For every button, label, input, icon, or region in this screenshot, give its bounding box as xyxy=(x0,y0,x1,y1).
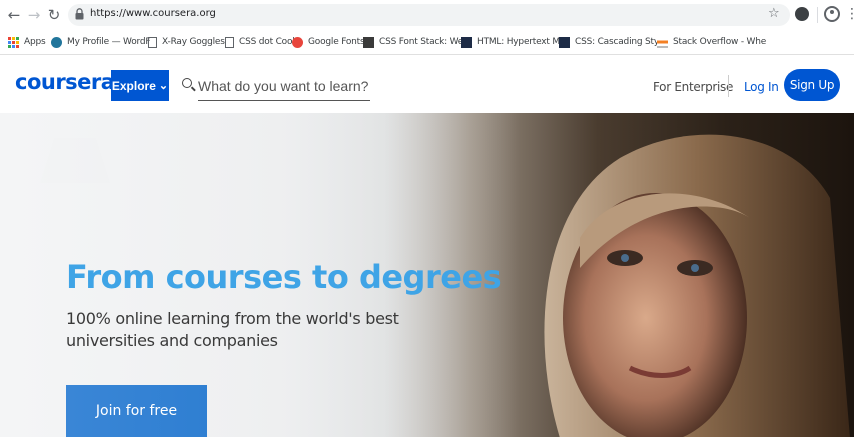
apps-grid-icon xyxy=(8,36,19,48)
bookmark-label: HTML: Hypertext Ma xyxy=(477,37,566,47)
forward-arrow-icon[interactable]: → xyxy=(26,6,42,24)
page-icon xyxy=(148,36,157,48)
bookmark-label: My Profile — WordF xyxy=(67,37,151,47)
login-link[interactable]: Log In xyxy=(744,80,779,94)
profile-icon[interactable] xyxy=(824,6,840,22)
chevron-down-icon: ⌄ xyxy=(158,80,169,92)
site-header: coursera Explore ⌄ For Enterprise Log In… xyxy=(0,55,854,113)
page-icon xyxy=(225,36,234,48)
mdn-icon xyxy=(559,36,570,48)
hero-title: From courses to degrees xyxy=(66,258,502,296)
bookmark-mdn-css[interactable]: CSS: Cascading Style xyxy=(559,35,667,49)
bookmark-label: CSS dot Cool xyxy=(239,37,295,47)
hero-subtitle: 100% online learning from the world's be… xyxy=(66,309,399,350)
bookmark-cssfontstack[interactable]: CSS Font Stack: Web xyxy=(363,35,469,49)
bookmark-label: X-Ray Goggles xyxy=(162,37,225,47)
wordpress-icon xyxy=(51,36,62,48)
explore-label: Explore xyxy=(111,78,156,93)
bookmark-label: Google Fonts xyxy=(308,37,365,47)
coursera-logo[interactable]: coursera xyxy=(15,70,115,94)
bookmark-google-fonts[interactable]: Google Fonts xyxy=(292,35,365,49)
bookmark-mdn-html[interactable]: HTML: Hypertext Ma xyxy=(461,35,565,49)
more-menu-icon[interactable]: ⋮ xyxy=(845,6,854,22)
back-arrow-icon[interactable]: ← xyxy=(6,6,22,24)
signup-button[interactable]: Sign Up xyxy=(784,69,840,101)
lock-icon xyxy=(75,8,84,20)
bookmark-xray[interactable]: X-Ray Goggles xyxy=(148,35,225,49)
bookmark-label: Stack Overflow - Whe xyxy=(673,37,767,47)
url-text[interactable]: https://www.coursera.org xyxy=(90,8,216,19)
bookmark-label: CSS Font Stack: Web xyxy=(379,37,469,47)
search-icon xyxy=(182,78,192,88)
bookmark-stackoverflow[interactable]: Stack Overflow - Whe xyxy=(657,35,766,49)
bookmarks-bar: Apps My Profile — WordF X-Ray Goggles CS… xyxy=(0,30,854,55)
browser-toolbar: ← → ↻ https://www.coursera.org ☆ ⋮ xyxy=(0,0,854,30)
cssfontstack-icon xyxy=(363,36,374,48)
search-input[interactable] xyxy=(198,71,370,101)
mdn-icon xyxy=(461,36,472,48)
bookmark-label: CSS: Cascading Style xyxy=(575,37,667,47)
bookmark-star-icon[interactable]: ☆ xyxy=(768,6,780,21)
reload-icon[interactable]: ↻ xyxy=(46,6,62,24)
stackoverflow-icon xyxy=(657,36,668,48)
for-enterprise-link[interactable]: For Enterprise xyxy=(653,80,733,94)
explore-button[interactable]: Explore ⌄ xyxy=(111,70,169,101)
header-divider xyxy=(728,75,729,97)
join-for-free-button[interactable]: Join for free xyxy=(66,385,207,437)
hero-photo xyxy=(544,134,850,437)
bookmark-apps[interactable]: Apps xyxy=(8,35,46,49)
bookmark-label: Apps xyxy=(24,37,46,47)
hero-banner: From courses to degrees 100% online lear… xyxy=(0,113,854,437)
google-fonts-icon xyxy=(292,36,303,48)
toolbar-divider xyxy=(817,7,818,23)
bookmark-cssdotcool[interactable]: CSS dot Cool xyxy=(225,35,295,49)
bookmark-wordpress[interactable]: My Profile — WordF xyxy=(51,35,151,49)
extension-icon[interactable] xyxy=(795,7,809,21)
